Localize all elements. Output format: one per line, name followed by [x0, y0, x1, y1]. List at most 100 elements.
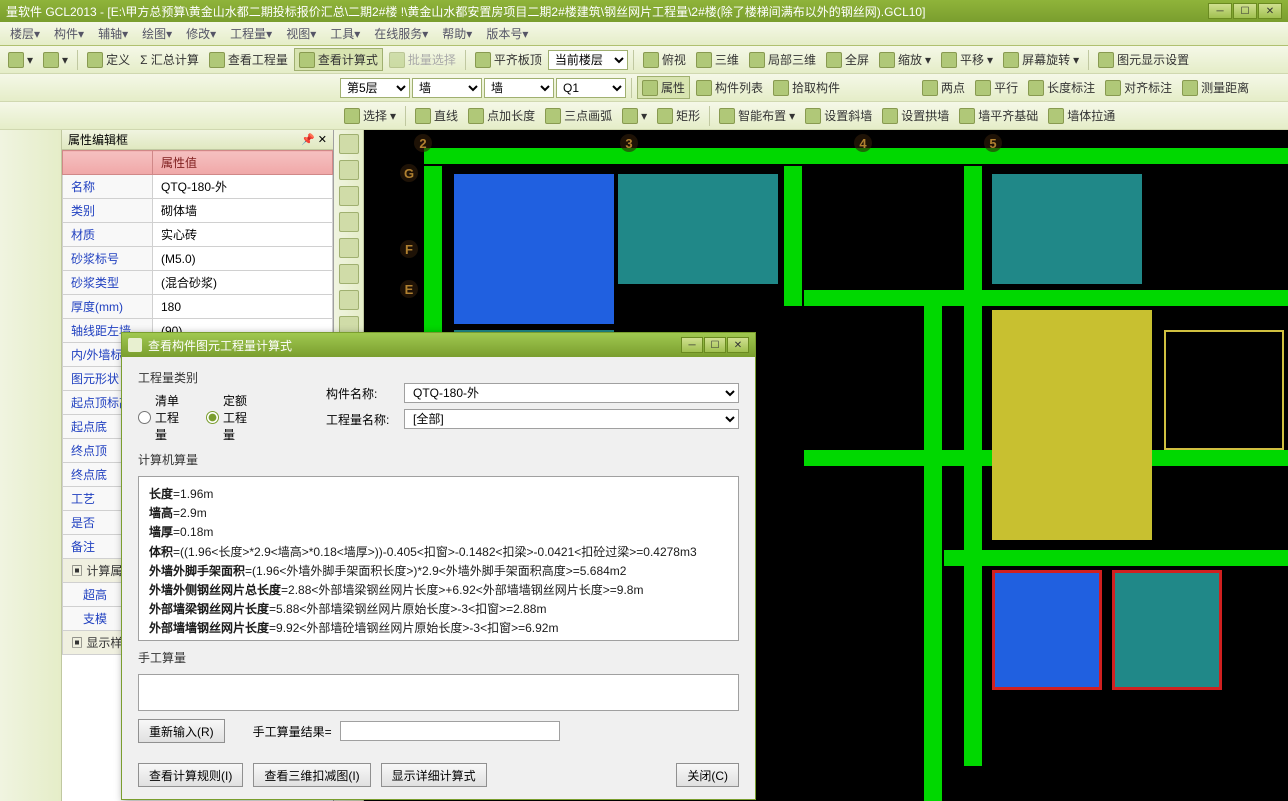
pull-button[interactable]: 墙体拉通 [1044, 105, 1119, 126]
base-button[interactable]: 墙平齐基础 [955, 105, 1042, 126]
type1-select[interactable]: 墙 [412, 78, 482, 98]
menu-online[interactable]: 在线服务▾ [368, 23, 434, 44]
dialog-min-button[interactable]: ─ [681, 337, 703, 353]
view-deduct-button[interactable]: 查看三维扣减图(I) [253, 763, 370, 787]
vt7[interactable] [339, 290, 359, 310]
manual-result-input[interactable] [340, 721, 560, 741]
prop-key: 砂浆标号 [63, 247, 153, 271]
length-button[interactable]: 长度标注 [1024, 77, 1099, 98]
dialog-max-button[interactable]: ☐ [704, 337, 726, 353]
menu-bar: 楼层▾ 构件▾ 辅轴▾ 绘图▾ 修改▾ 工程量▾ 视图▾ 工具▾ 在线服务▾ 帮… [0, 22, 1288, 46]
batch-button[interactable]: 批量选择 [385, 49, 460, 70]
redo-button[interactable]: ▾ [39, 50, 72, 70]
slant-button[interactable]: 设置斜墙 [801, 105, 876, 126]
menu-quantity[interactable]: 工程量▾ [224, 23, 278, 44]
menu-component[interactable]: 构件▾ [48, 23, 90, 44]
menu-aux-axis[interactable]: 辅轴▾ [92, 23, 134, 44]
prop-key: 砂浆类型 [63, 271, 153, 295]
view-qty-button[interactable]: 查看工程量 [205, 49, 292, 70]
menu-modify[interactable]: 修改▾ [180, 23, 222, 44]
window-buttons: ─ ☐ ✕ [1208, 3, 1282, 19]
axis-3: 3 [620, 134, 638, 152]
comp-name-select[interactable]: QTQ-180-外 [404, 383, 739, 403]
prop-val[interactable]: (混合砂浆) [153, 271, 333, 295]
radio-list[interactable]: 清单工程量 [138, 392, 190, 443]
menu-help[interactable]: 帮助▾ [436, 23, 478, 44]
view-rule-button[interactable]: 查看计算规则(I) [138, 763, 243, 787]
smart-button[interactable]: 智能布置▾ [715, 105, 799, 126]
line-button[interactable]: 直线 [411, 105, 462, 126]
dialog-close-button[interactable]: ✕ [727, 337, 749, 353]
vt2[interactable] [339, 160, 359, 180]
qty-name-select[interactable]: [全部] [404, 409, 739, 429]
floor-level-select[interactable]: 第5层 [340, 78, 410, 98]
property-header: 属性编辑框 📌 ✕ [62, 130, 333, 150]
vt4[interactable] [339, 212, 359, 232]
attr-button[interactable]: 属性 [637, 76, 690, 99]
distance-button[interactable]: 测量距离 [1178, 77, 1253, 98]
sum-button[interactable]: Σ 汇总计算 [136, 49, 203, 70]
arc-button[interactable]: 三点画弧 [541, 105, 616, 126]
arch-button[interactable]: 设置拱墙 [878, 105, 953, 126]
prop-key: 名称 [63, 175, 153, 199]
prop-key: 厚度(mm) [63, 295, 153, 319]
menu-draw[interactable]: 绘图▾ [136, 23, 178, 44]
define-button[interactable]: 定义 [83, 49, 134, 70]
minimize-button[interactable]: ─ [1208, 3, 1232, 19]
vt6[interactable] [339, 264, 359, 284]
axis-5: 5 [984, 134, 1002, 152]
flat-button[interactable]: 平齐板顶 [471, 49, 546, 70]
calc-box[interactable]: 长度=1.96m墙高=2.9m墙厚=0.18m体积=((1.96<长度>*2.9… [138, 476, 739, 641]
floor-select[interactable]: 当前楼层 [548, 50, 628, 70]
vt3[interactable] [339, 186, 359, 206]
rotate-button[interactable]: 屏幕旋转▾ [999, 49, 1083, 70]
prop-val[interactable]: QTQ-180-外 [153, 175, 333, 199]
show-detail-button[interactable]: 显示详细计算式 [381, 763, 487, 787]
vt5[interactable] [339, 238, 359, 258]
twopoint-button[interactable]: 两点 [918, 77, 969, 98]
radio-quota[interactable]: 定额工程量 [206, 392, 258, 443]
maximize-button[interactable]: ☐ [1233, 3, 1257, 19]
local-three-button[interactable]: 局部三维 [745, 49, 820, 70]
dialog-titlebar[interactable]: 查看构件图元工程量计算式 ─ ☐ ✕ [122, 333, 755, 357]
undo-button[interactable]: ▾ [4, 50, 37, 70]
prop-val[interactable]: 砌体墙 [153, 199, 333, 223]
list-button[interactable]: 构件列表 [692, 77, 767, 98]
calc-label: 计算机算量 [138, 451, 739, 468]
parallel-button[interactable]: 平行 [971, 77, 1022, 98]
property-pin-icon[interactable]: 📌 ✕ [301, 133, 327, 146]
redo-icon [43, 52, 59, 68]
rect-button[interactable]: 矩形 [653, 105, 704, 126]
menu-floor[interactable]: 楼层▾ [4, 23, 46, 44]
dialog-close-btn[interactable]: 关闭(C) [676, 763, 739, 787]
menu-tools[interactable]: 工具▾ [324, 23, 366, 44]
prop-val[interactable]: 180 [153, 295, 333, 319]
select-button[interactable]: 选择▾ [340, 105, 400, 126]
prop-val[interactable]: (M5.0) [153, 247, 333, 271]
align-button[interactable]: 对齐标注 [1101, 77, 1176, 98]
manual-box[interactable] [138, 674, 739, 711]
menu-version[interactable]: 版本号▾ [480, 23, 534, 44]
close-button[interactable]: ✕ [1258, 3, 1282, 19]
manual-result-label: 手工算量结果= [253, 723, 332, 740]
three-button[interactable]: 三维 [692, 49, 743, 70]
menu-view[interactable]: 视图▾ [280, 23, 322, 44]
extend-button[interactable]: 点加长度 [464, 105, 539, 126]
vt1[interactable] [339, 134, 359, 154]
q-select[interactable]: Q1 [556, 78, 626, 98]
zoom-button[interactable]: 缩放▾ [875, 49, 935, 70]
pan-button[interactable]: 平移▾ [937, 49, 997, 70]
type2-select[interactable]: 墙 [484, 78, 554, 98]
pick-button[interactable]: 拾取构件 [769, 77, 844, 98]
fullscreen-button[interactable]: 全屏 [822, 49, 873, 70]
prop-val[interactable]: 实心砖 [153, 223, 333, 247]
reinput-button[interactable]: 重新输入(R) [138, 719, 225, 743]
topview-button[interactable]: 俯视 [639, 49, 690, 70]
arc2-button[interactable]: ▾ [618, 106, 651, 126]
dialog-footer: 查看计算规则(I) 查看三维扣减图(I) 显示详细计算式 关闭(C) [122, 755, 755, 799]
axis-e: E [400, 280, 418, 298]
view-calc-button[interactable]: 查看计算式 [294, 48, 383, 71]
display-button[interactable]: 图元显示设置 [1094, 49, 1193, 70]
secondary-toolbar: 第5层 墙 墙 Q1 属性 构件列表 拾取构件 两点 平行 长度标注 对齐标注 … [0, 74, 1288, 102]
prop-key: 类别 [63, 199, 153, 223]
